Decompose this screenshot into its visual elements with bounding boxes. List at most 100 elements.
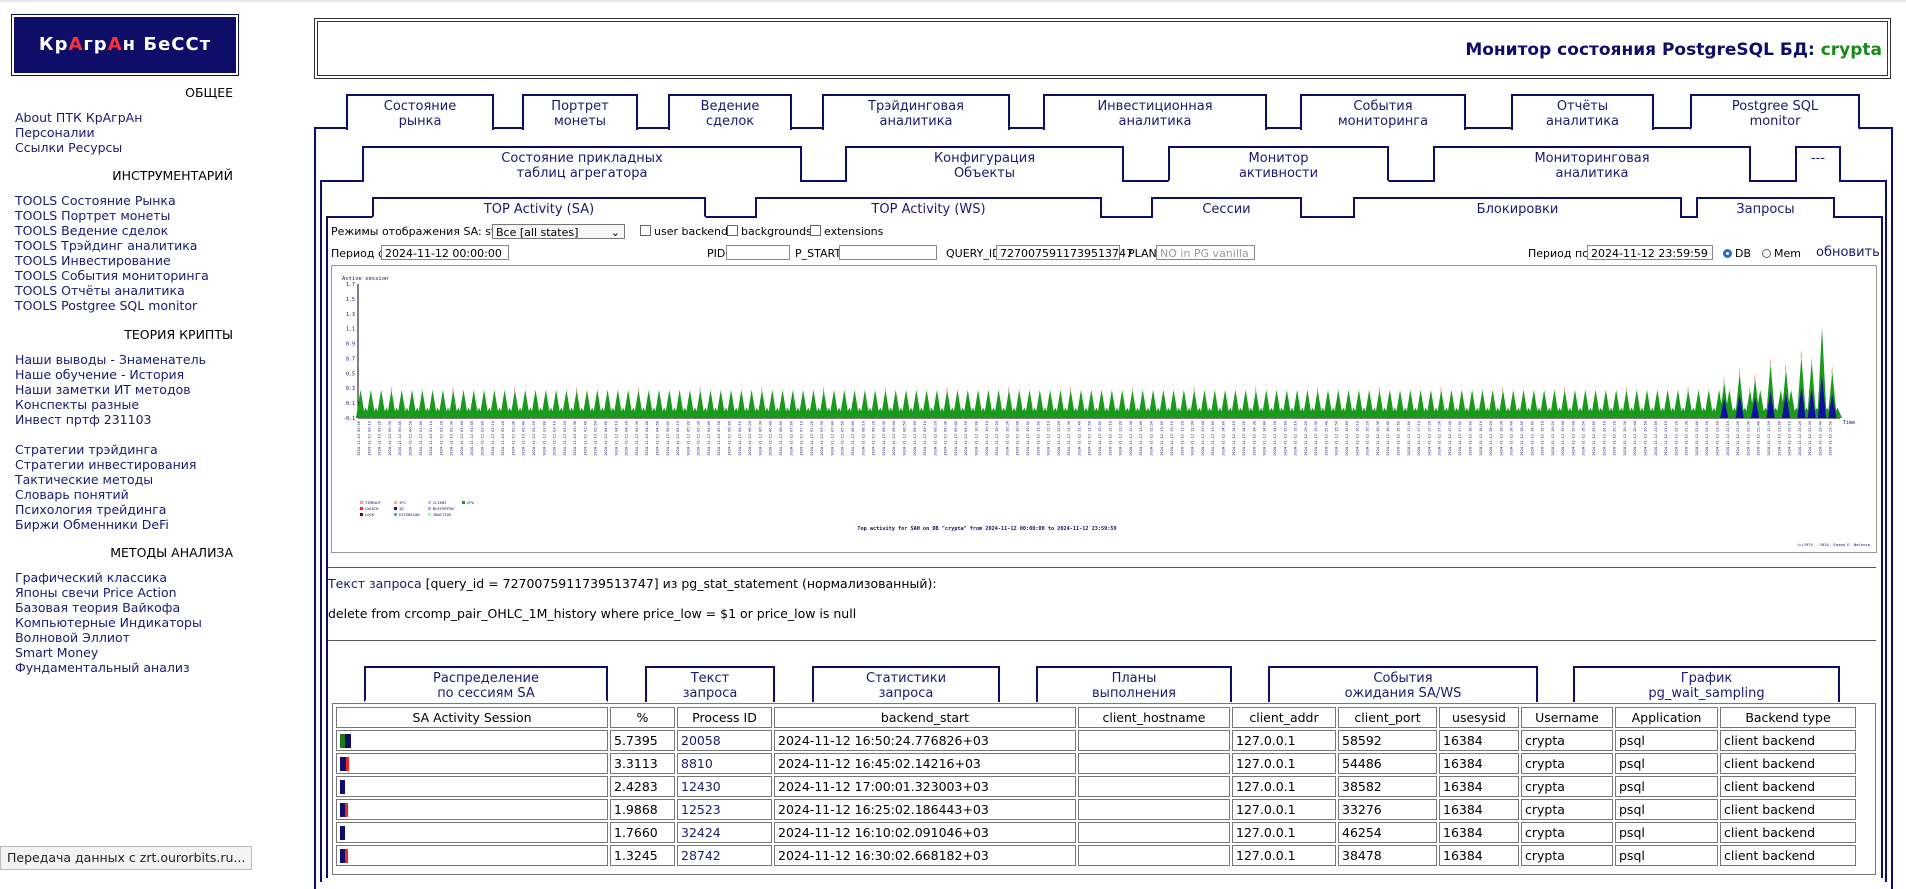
tab-bottom-2[interactable]: Статистики запроса — [812, 666, 1000, 702]
sidebar-link[interactable]: TOOLS Postgree SQL monitor — [15, 298, 197, 313]
sidebar-link[interactable]: Психология трейдинга — [15, 502, 166, 517]
table-row[interactable]: 5.7395 20058 2024-11-12 16:50:24.776826+03… — [336, 730, 1856, 751]
sidebar-link[interactable]: Японы свечи Price Action — [15, 585, 177, 600]
column-header[interactable]: Backend type — [1720, 707, 1856, 728]
column-header[interactable]: usesysid — [1439, 707, 1519, 728]
table-row[interactable]: 3.3113 8810 2024-11-12 16:45:02.14216+03 12… — [336, 753, 1856, 774]
table-row[interactable]: 1.7660 32424 2024-11-12 16:10:02.091046+03… — [336, 822, 1856, 843]
tab-main-7[interactable]: Postgree SQL monitor — [1690, 94, 1860, 130]
tab-bottom-1[interactable]: Текст запроса — [645, 666, 775, 702]
tab-bottom-3[interactable]: Планы выполнения — [1036, 666, 1232, 702]
sidebar-link[interactable]: Конспекты разные — [15, 397, 139, 412]
tab-label-line1: Отчёты — [1556, 99, 1609, 114]
column-header[interactable]: Application — [1615, 707, 1718, 728]
table-cell: 2024-11-12 16:25:02.186443+03 — [774, 799, 1076, 820]
tab-main-0[interactable]: Состояние рынка — [346, 94, 494, 130]
sidebar-link[interactable]: TOOLS Отчёты аналитика — [15, 283, 185, 298]
sidebar-link[interactable]: Биржи Обменники DeFi — [15, 517, 169, 532]
sidebar-link[interactable]: Наше обучение - История — [15, 367, 184, 382]
tab-bottom-4[interactable]: События ожидания SA/WS — [1268, 666, 1538, 702]
column-header[interactable]: SA Activity Session — [336, 707, 608, 728]
tab-sub-4[interactable]: --- — [1795, 146, 1841, 182]
sidebar-link[interactable]: Ссылки Ресурсы — [15, 140, 122, 155]
tab-main-6[interactable]: Отчёты аналитика — [1511, 94, 1654, 130]
sidebar-link[interactable]: Словарь понятий — [15, 487, 129, 502]
table-row[interactable]: 2.4283 12430 2024-11-12 17:00:01.323003+03… — [336, 776, 1856, 797]
column-header[interactable]: backend_start — [774, 707, 1076, 728]
table-row[interactable]: 1.3245 28742 2024-11-12 16:30:02.668182+03… — [336, 845, 1856, 866]
tab-sub-1[interactable]: Конфигурация Объекты — [845, 146, 1124, 182]
query-id-input[interactable]: 7270075911739513747 — [996, 245, 1133, 260]
sidebar-link[interactable]: Базовая теория Вайкофа — [15, 600, 180, 615]
tab-inner-4[interactable]: Запросы — [1696, 197, 1835, 218]
sidebar-link[interactable]: Smart Money — [15, 645, 98, 660]
pstart-input[interactable] — [839, 245, 937, 260]
mem-radio[interactable]: Mem — [1762, 247, 1801, 260]
tab-inner-1[interactable]: TOP Activity (WS) — [755, 197, 1102, 218]
x-tick-label: 2024-11-12 07:10 — [800, 421, 804, 456]
sidebar-link[interactable]: TOOLS Трэйдинг аналитика — [15, 238, 197, 253]
sidebar-link[interactable]: Графический классика — [15, 570, 167, 585]
column-header[interactable]: Username — [1521, 707, 1613, 728]
tab-main-5[interactable]: События мониторинга — [1300, 94, 1466, 130]
backgrounds-checkbox[interactable]: backgrounds — [727, 225, 812, 238]
period-to-input[interactable]: 2024-11-12 23:59:59 — [1587, 245, 1713, 260]
sidebar-link[interactable]: TOOLS События мониторинга — [15, 268, 209, 283]
sidebar-link[interactable]: Стратегии трэйдинга — [15, 442, 158, 457]
process-id-link[interactable]: 28742 — [677, 845, 772, 866]
tab-sub-2[interactable]: Монитор активности — [1168, 146, 1389, 182]
tab-bottom-0[interactable]: Распределение по сессиям SA — [364, 666, 608, 702]
tab-main-3[interactable]: Трэйдинговая аналитика — [822, 94, 1010, 130]
pid-input[interactable] — [726, 245, 790, 260]
extensions-checkbox[interactable]: extensions — [810, 225, 883, 238]
x-tick-label: 2024-11-12 17:00 — [1407, 421, 1411, 456]
query-text-link[interactable]: Текст запроса — [328, 576, 422, 591]
table-row[interactable]: 1.9868 12523 2024-11-12 16:25:02.186443+03… — [336, 799, 1856, 820]
tab-main-1[interactable]: Портрет монеты — [522, 94, 638, 130]
column-header[interactable]: Process ID — [677, 707, 772, 728]
sidebar-link[interactable]: Фундаментальный анализ — [15, 660, 190, 675]
process-id-link[interactable]: 12523 — [677, 799, 772, 820]
sidebar-link[interactable]: Инвест пртф 231103 — [15, 412, 151, 427]
tab-sub-3[interactable]: Мониторинговая аналитика — [1433, 146, 1751, 182]
period-from-input[interactable]: 2024-11-12 00:00:00 — [381, 245, 509, 260]
column-header[interactable]: client_addr — [1232, 707, 1336, 728]
column-header[interactable]: client_port — [1338, 707, 1437, 728]
sidebar-link[interactable]: Стратегии инвестирования — [15, 457, 196, 472]
sidebar-link[interactable]: Наши выводы - Знаменатель — [15, 352, 206, 367]
lwlock-series — [390, 349, 1833, 392]
mode-select[interactable]: Все [all states] ⌄ — [492, 224, 625, 239]
sidebar-link[interactable]: TOOLS Ведение сделок — [15, 223, 168, 238]
tab-inner-2[interactable]: Сессии — [1151, 197, 1302, 218]
tab-inner-3[interactable]: Блокировки — [1353, 197, 1682, 218]
db-radio[interactable]: DB — [1723, 247, 1751, 260]
x-tick-label: 2024-11-12 00:00 — [357, 421, 361, 456]
column-header[interactable]: % — [610, 707, 675, 728]
sidebar-link[interactable]: Персоналии — [15, 125, 95, 140]
site-logo[interactable]: КрАгрАн БеССт — [14, 17, 236, 73]
tab-main-2[interactable]: Ведение сделок — [668, 94, 792, 130]
legend-label: CPU — [467, 500, 475, 505]
tab-main-4[interactable]: Инвестиционная аналитика — [1043, 94, 1267, 130]
tab-sub-0[interactable]: Состояние прикладных таблиц агрегатора — [362, 146, 802, 182]
process-id-link[interactable]: 8810 — [677, 753, 772, 774]
process-id-link[interactable]: 32424 — [677, 822, 772, 843]
sidebar-link[interactable]: Наши заметки ИТ методов — [15, 382, 191, 397]
column-header[interactable]: client_hostname — [1078, 707, 1230, 728]
plan-input[interactable]: NO in PG vanilla — [1156, 245, 1255, 260]
sidebar-link[interactable]: Волновой Эллиот — [15, 630, 130, 645]
sidebar-link[interactable]: About ПТК КрАгрАн — [15, 110, 142, 125]
process-id-link[interactable]: 12430 — [677, 776, 772, 797]
sidebar-link[interactable]: TOOLS Портрет монеты — [15, 208, 170, 223]
sidebar-link[interactable]: Тактические методы — [15, 472, 153, 487]
user-backends-checkbox[interactable]: user backends — [640, 225, 734, 238]
process-id-link[interactable]: 20058 — [677, 730, 772, 751]
table-cell: crypta — [1521, 753, 1613, 774]
x-tick-label: 2024-11-12 05:50 — [717, 421, 721, 456]
sidebar-link[interactable]: TOOLS Состояние Рынка — [15, 193, 176, 208]
refresh-link[interactable]: обновить — [1816, 245, 1880, 260]
tab-bottom-5[interactable]: График pg_wait_sampling — [1573, 666, 1840, 702]
tab-inner-0[interactable]: TOP Activity (SA) — [372, 197, 706, 218]
sidebar-link[interactable]: Компьютерные Индикаторы — [15, 615, 202, 630]
sidebar-link[interactable]: TOOLS Инвестирование — [15, 253, 171, 268]
